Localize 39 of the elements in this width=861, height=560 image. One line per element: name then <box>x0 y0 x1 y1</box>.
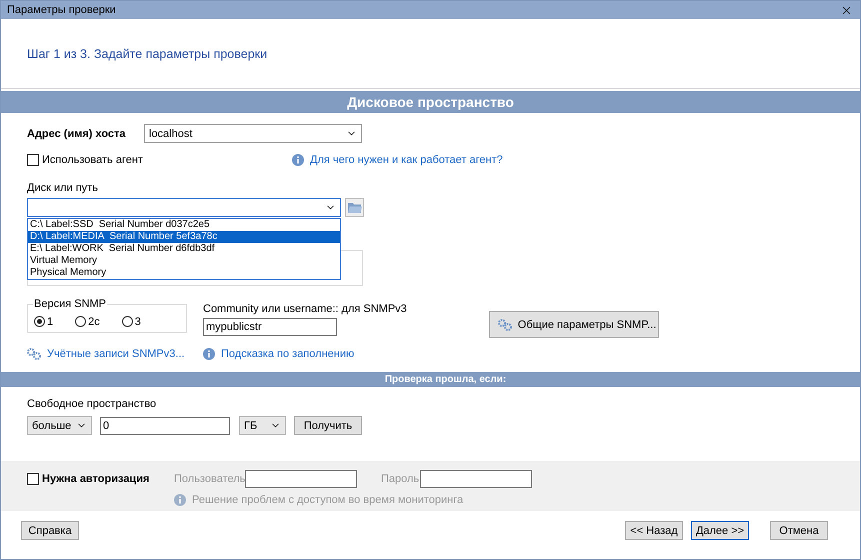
unit-combo[interactable]: ГБ <box>239 416 286 435</box>
host-combo[interactable]: localhost <box>144 124 362 143</box>
info-icon <box>203 348 215 360</box>
user-field[interactable] <box>245 470 357 488</box>
free-space-label: Свободное пространство <box>27 398 156 410</box>
gears-icon <box>27 348 41 360</box>
dialog-button[interactable]: Далее >> <box>691 521 749 540</box>
auth-checkbox[interactable]: Нужна авторизация <box>27 473 174 485</box>
browse-button[interactable] <box>345 198 364 217</box>
disk-combo[interactable] <box>27 198 341 217</box>
agent-checkbox[interactable]: Использовать агент <box>27 154 292 166</box>
info-icon <box>292 154 304 166</box>
version-radio[interactable]: 2c <box>75 316 100 328</box>
gears-icon <box>498 318 512 330</box>
dialog-button[interactable]: Отмена <box>770 521 828 540</box>
dialog-button[interactable]: << Назад <box>625 521 683 540</box>
dialog-button[interactable]: Справка <box>21 521 79 540</box>
community-field[interactable]: mypublicstr <box>203 318 337 336</box>
folder-icon <box>348 202 362 213</box>
fetch-button[interactable]: Получить <box>294 416 362 435</box>
community-label: Community или username:: для SNMPv3 <box>203 303 407 315</box>
hint-link[interactable]: Подсказка по заполнению <box>221 348 354 360</box>
section-title: Дисковое пространство <box>347 94 514 110</box>
dropdown-option[interactable]: D:\ Label:MEDIA Serial Number 5ef3a78c <box>28 231 340 243</box>
disk-label: Диск или путь <box>27 182 98 194</box>
snmpv3-accounts-link[interactable]: Учётные записи SNMPv3... <box>47 348 185 360</box>
password-label: Пароль <box>381 473 420 485</box>
snmp-settings-button[interactable]: Общие параметры SNMP... <box>488 311 659 338</box>
agent-help-link[interactable]: Для чего нужен и как работает агент? <box>310 154 503 166</box>
condition-title: Проверка прошла, если: <box>384 374 506 385</box>
window-title: Параметры проверки <box>7 4 116 16</box>
info-icon <box>174 494 186 506</box>
host-label: Адрес (имя) хоста <box>27 128 127 140</box>
step-title: Шаг 1 из 3. Задайте параметры проверки <box>27 46 268 60</box>
user-label: Пользователь <box>174 473 245 485</box>
snmp-version-label: Версия SNMP <box>33 298 108 310</box>
value-field[interactable]: 0 <box>100 416 230 434</box>
operator-combo[interactable]: больше <box>27 416 92 435</box>
password-field[interactable] <box>420 470 532 488</box>
